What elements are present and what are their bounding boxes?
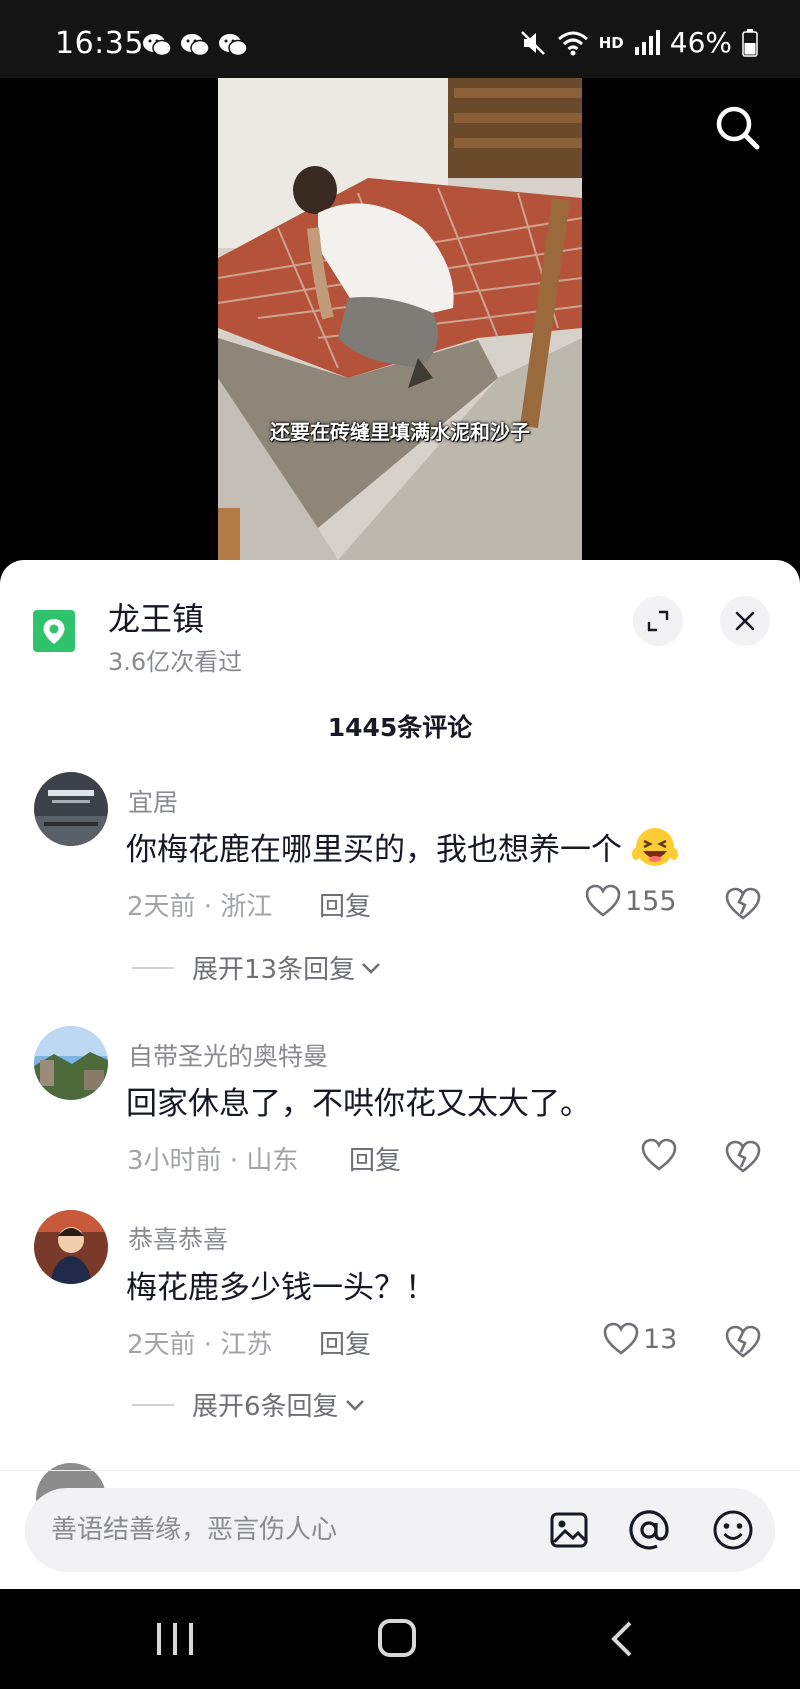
reply-button[interactable]: 回复 — [349, 1140, 401, 1177]
video-caption: 还要在砖缝里填满水泥和沙子 — [270, 420, 530, 444]
system-nav-bar — [0, 1589, 800, 1689]
image-icon — [550, 1512, 588, 1548]
divider-line — [0, 1470, 800, 1471]
broken-heart-icon — [725, 887, 761, 920]
search-icon — [716, 106, 760, 150]
comment-count: 1445条评论 — [327, 713, 473, 742]
home-button[interactable] — [368, 1615, 428, 1663]
like-count: 155 — [625, 885, 677, 917]
heart-icon — [603, 1322, 639, 1355]
comment-text: 回家休息了，不哄你花又太大了。 — [126, 1086, 591, 1122]
chevron-down-icon — [345, 1399, 364, 1411]
recents-icon — [157, 1623, 193, 1655]
status-bar: 16:35 HD 46% — [0, 0, 800, 78]
broken-heart-icon — [725, 1140, 761, 1173]
close-sheet-button[interactable] — [720, 596, 770, 646]
mention-button[interactable] — [627, 1508, 671, 1552]
network-label: HD — [598, 33, 624, 52]
expand-replies-label: 展开6条回复 — [192, 1392, 339, 1422]
search-button[interactable] — [710, 100, 766, 156]
comment-input-bar — [25, 1488, 775, 1572]
wechat-icon — [219, 34, 248, 57]
reply-button[interactable]: 回复 — [319, 1324, 371, 1361]
expand-replies-button[interactable]: 展开6条回复 — [132, 1386, 365, 1423]
video-still-image — [218, 78, 582, 560]
image-button[interactable] — [547, 1508, 591, 1552]
status-time: 16:35 — [55, 26, 144, 61]
dislike-button[interactable] — [725, 1325, 761, 1359]
location-views: 3.6亿次看过 — [108, 648, 243, 676]
grinning-wink-emoji — [631, 828, 678, 866]
video-frame[interactable]: 还要在砖缝里填满水泥和沙子 — [218, 78, 582, 560]
comment-username[interactable]: 宜居 — [128, 783, 178, 819]
battery-percent: 46% — [669, 26, 732, 59]
avatar[interactable] — [34, 772, 108, 846]
heart-icon — [585, 884, 621, 917]
like-button[interactable]: 13 — [603, 1322, 677, 1356]
battery-icon — [742, 28, 758, 57]
wifi-icon — [557, 31, 588, 55]
smiley-icon — [713, 1510, 753, 1550]
like-button[interactable] — [641, 1138, 681, 1172]
status-right: HD 46% — [519, 26, 758, 59]
emoji-button[interactable] — [711, 1508, 755, 1552]
close-icon — [735, 611, 755, 631]
broken-heart-icon — [725, 1325, 761, 1358]
video-player[interactable]: 还要在砖缝里填满水泥和沙子 — [0, 78, 800, 560]
at-icon — [629, 1510, 669, 1550]
comment-sheet: 龙王镇 3.6亿次看过 1445条评论 宜居 你梅花鹿在哪里买的，我也想养一个 … — [0, 560, 800, 1589]
comment-text-body: 你梅花鹿在哪里买的，我也想养一个 — [126, 832, 622, 868]
expand-replies-label: 展开13条回复 — [192, 955, 356, 985]
comment-text: 你梅花鹿在哪里买的，我也想养一个 — [126, 824, 678, 869]
signal-icon — [634, 29, 660, 55]
wechat-icon — [181, 34, 210, 57]
back-button[interactable] — [592, 1615, 652, 1663]
reply-button[interactable]: 回复 — [319, 886, 371, 923]
comment-username[interactable]: 自带圣光的奥特曼 — [128, 1037, 328, 1073]
comment-meta: 3小时前 · 山东 — [127, 1146, 299, 1176]
like-button[interactable]: 155 — [585, 884, 677, 918]
chevron-down-icon — [362, 962, 381, 974]
notification-icons — [142, 32, 248, 58]
comment-input[interactable] — [51, 1488, 491, 1572]
comment-username[interactable]: 恭喜恭喜 — [128, 1220, 228, 1256]
heart-icon — [641, 1138, 677, 1171]
wechat-icon — [143, 34, 172, 57]
expand-replies-button[interactable]: 展开13条回复 — [132, 949, 381, 986]
comment-meta: 2天前 · 江苏 — [127, 1330, 273, 1360]
comment-meta: 2天前 · 浙江 — [127, 892, 273, 922]
back-icon — [611, 1621, 632, 1657]
expand-icon — [647, 610, 669, 632]
like-count: 13 — [643, 1323, 678, 1355]
mute-icon — [520, 30, 545, 55]
expand-sheet-button[interactable] — [633, 596, 683, 646]
map-pin-icon — [33, 610, 75, 652]
home-icon — [378, 1619, 416, 1657]
dislike-button[interactable] — [725, 1140, 761, 1174]
divider-line — [132, 966, 174, 969]
recents-button[interactable] — [145, 1615, 205, 1663]
avatar[interactable] — [34, 1026, 108, 1100]
avatar[interactable] — [34, 1210, 108, 1284]
comment-text: 梅花鹿多少钱一头？！ — [126, 1270, 436, 1306]
dislike-button[interactable] — [725, 887, 761, 921]
divider-line — [132, 1403, 174, 1406]
location-name[interactable]: 龙王镇 — [108, 594, 204, 640]
